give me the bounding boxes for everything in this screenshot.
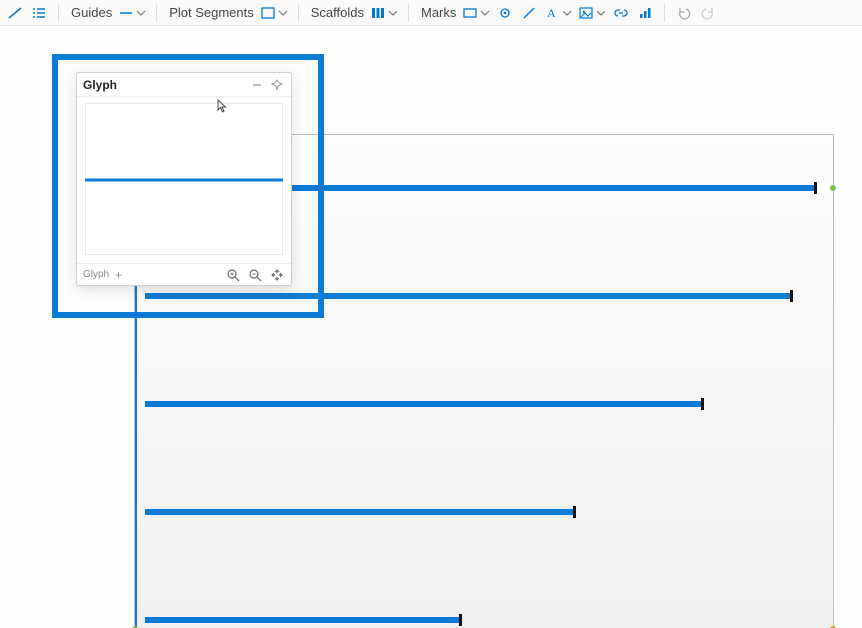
zoom-fit-icon[interactable]	[269, 267, 285, 283]
zoom-in-icon[interactable]	[225, 267, 241, 283]
data-bar[interactable]	[145, 509, 574, 515]
data-bar[interactable]	[145, 617, 460, 623]
scaffolds-label: Scaffolds	[307, 5, 366, 20]
marks-image-dropdown[interactable]	[576, 2, 608, 24]
chevron-down-icon	[278, 8, 288, 18]
minimize-icon[interactable]	[249, 77, 265, 93]
undo-icon[interactable]	[673, 2, 695, 24]
glyph-panel-footer: Glyph +	[77, 263, 291, 285]
glyph-editor[interactable]	[77, 97, 291, 263]
chevron-down-icon	[596, 8, 606, 18]
toolbar-separator	[408, 4, 409, 22]
line-tool-icon[interactable]	[4, 2, 26, 24]
redo-icon[interactable]	[697, 2, 719, 24]
toolbar: Guides Plot Segments Scaffolds Marks A	[0, 0, 862, 26]
canvas[interactable]: Glyph Glyph +	[0, 26, 862, 628]
marks-symbol-icon[interactable]	[494, 2, 516, 24]
marks-line-icon[interactable]	[518, 2, 540, 24]
bar-end-handle[interactable]	[573, 506, 576, 518]
glyph-footer-label: Glyph	[83, 269, 109, 280]
pin-icon[interactable]	[269, 77, 285, 93]
scaffolds-dropdown[interactable]	[368, 2, 400, 24]
glyph-panel-header[interactable]: Glyph	[77, 73, 291, 97]
toolbar-separator	[298, 4, 299, 22]
marks-link-icon[interactable]	[610, 2, 632, 24]
toolbar-separator	[664, 4, 665, 22]
chevron-down-icon	[136, 8, 146, 18]
data-bar[interactable]	[145, 401, 702, 407]
plot-segments-label: Plot Segments	[165, 5, 256, 20]
zoom-out-icon[interactable]	[247, 267, 263, 283]
toolbar-separator	[58, 4, 59, 22]
add-glyph-button[interactable]: +	[115, 268, 122, 282]
bar-end-handle[interactable]	[814, 182, 817, 194]
glyph-line-mark[interactable]	[85, 179, 283, 182]
chevron-down-icon	[562, 8, 572, 18]
chevron-down-icon	[388, 8, 398, 18]
glyph-panel-title: Glyph	[83, 78, 117, 92]
plot-segments-region-dropdown[interactable]	[258, 2, 290, 24]
marks-label: Marks	[417, 5, 458, 20]
guides-label: Guides	[67, 5, 114, 20]
data-bar[interactable]	[145, 293, 791, 299]
guides-line-dropdown[interactable]	[116, 2, 148, 24]
svg-text:A: A	[547, 6, 556, 20]
glyph-panel: Glyph Glyph +	[76, 72, 292, 286]
list-tool-icon[interactable]	[28, 2, 50, 24]
bar-end-handle[interactable]	[701, 398, 704, 410]
chevron-down-icon	[480, 8, 490, 18]
marks-dataaxis-icon[interactable]	[634, 2, 656, 24]
frame-handle-right[interactable]	[830, 185, 836, 191]
bar-end-handle[interactable]	[459, 614, 462, 626]
bar-end-handle[interactable]	[790, 290, 793, 302]
toolbar-separator	[156, 4, 157, 22]
marks-text-dropdown[interactable]: A	[542, 2, 574, 24]
pointer-cursor-icon	[212, 98, 230, 116]
marks-rect-dropdown[interactable]	[460, 2, 492, 24]
